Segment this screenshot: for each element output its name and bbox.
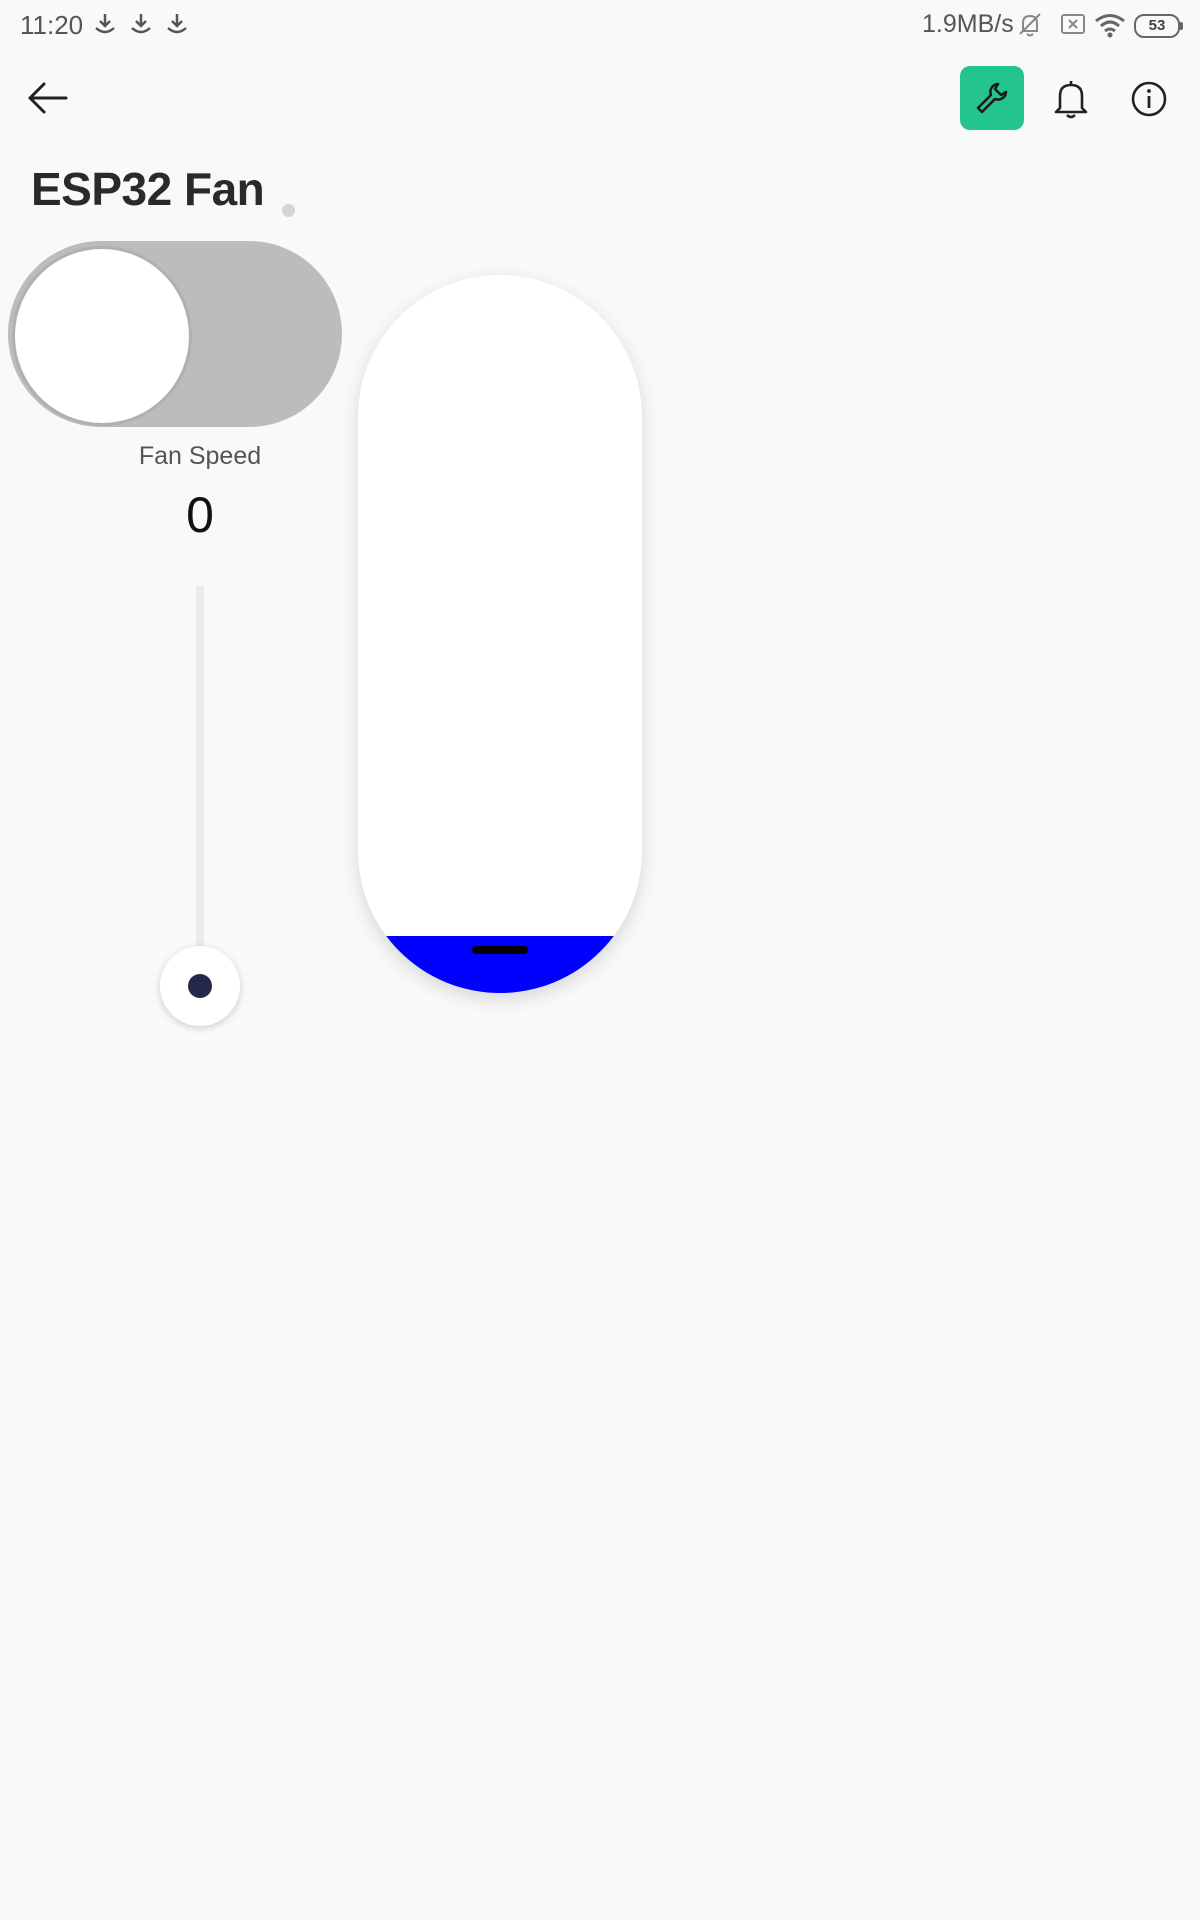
level-fill: [358, 936, 642, 993]
download-icon: [131, 14, 151, 34]
wrench-icon: [976, 82, 1008, 114]
info-icon: [1131, 81, 1167, 117]
fan-speed-slider-thumb[interactable]: [160, 946, 240, 1026]
notifications-button[interactable]: [1052, 78, 1090, 120]
power-switch[interactable]: [8, 241, 342, 427]
fan-speed-slider-track[interactable]: [196, 585, 204, 985]
download-icon: [167, 14, 187, 34]
mute-bell-icon: [1019, 13, 1041, 37]
back-button[interactable]: [26, 78, 72, 118]
bell-icon: [1054, 81, 1088, 119]
power-switch-knob: [12, 246, 192, 426]
download-icon: [95, 14, 115, 34]
wifi-icon: [1095, 14, 1125, 38]
info-button[interactable]: [1130, 80, 1168, 118]
level-control[interactable]: [358, 275, 642, 993]
battery-indicator: 53: [1134, 14, 1183, 38]
slider-thumb-dot: [188, 974, 212, 998]
status-time: 11:20: [20, 10, 84, 40]
fan-speed-value: 0: [186, 487, 214, 543]
device-title: ESP32 Fan: [31, 163, 265, 215]
device-settings-button[interactable]: [960, 66, 1024, 130]
network-speed: 1.9MB/s: [922, 10, 1014, 38]
arrow-left-icon: [28, 82, 68, 114]
level-handle[interactable]: [472, 946, 528, 954]
status-bar: 11:20 1.9MB/s 53: [0, 0, 1200, 50]
no-sim-icon: [1061, 14, 1085, 34]
device-status-dot: [282, 204, 295, 217]
fan-speed-label: Fan Speed: [138, 442, 262, 470]
